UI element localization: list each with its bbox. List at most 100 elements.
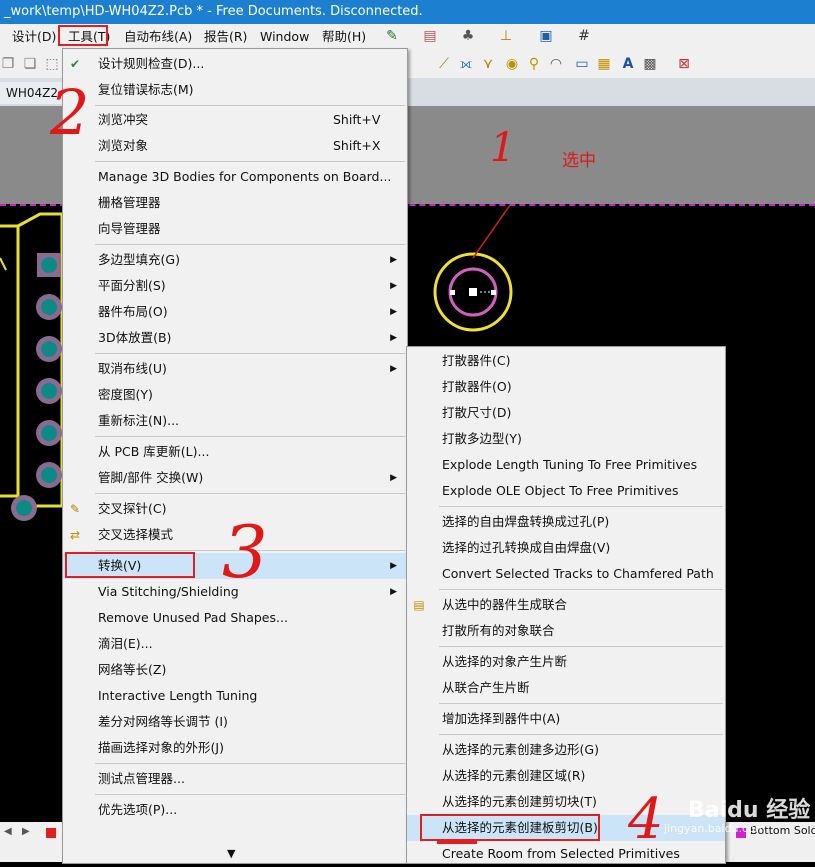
menu-reports[interactable]: 报告(R) <box>204 28 247 46</box>
union-icon: ▤ <box>413 598 425 612</box>
menu-item-reset-errors[interactable]: 复位错误标志(M) <box>63 77 407 103</box>
submenu-item-break-all-unions[interactable]: 打散所有的对象联合 <box>407 618 725 644</box>
menu-item-browse-objects[interactable]: 浏览对象 Shift+X <box>63 133 407 159</box>
submenu-arrow-icon: ▶ <box>390 473 397 483</box>
menu-window[interactable]: Window <box>260 28 309 46</box>
part-icon[interactable]: ▩ <box>642 56 658 72</box>
selected-mounting-hole <box>433 252 513 332</box>
submenu-item-create-region[interactable]: 从选择的元素创建区域(R) <box>407 763 725 789</box>
menu-item-density-map[interactable]: 密度图(Y) <box>63 382 407 408</box>
keepout-icon[interactable]: ⊠ <box>676 56 692 72</box>
submenu-item-explode-polygon[interactable]: 打散多边型(Y) <box>407 426 725 452</box>
step-4-annotation: 4 <box>628 787 664 852</box>
menu-item-unroute[interactable]: 取消布线(U) ▶ <box>63 356 407 382</box>
submenu-arrow-icon: ▶ <box>390 281 397 291</box>
submenu-item-tracks-to-chamfered[interactable]: Convert Selected Tracks to Chamfered Pat… <box>407 561 725 587</box>
grid-icon[interactable]: # <box>576 28 592 44</box>
more-items-arrow-icon[interactable]: ▼ <box>227 847 235 860</box>
room-icon[interactable]: ▣ <box>538 28 554 44</box>
submenu-arrow-icon: ▶ <box>390 364 397 374</box>
separator <box>95 161 405 162</box>
separator <box>439 646 723 647</box>
window-title: _work\temp\HD-WH04Z2.Pcb * - Free Docume… <box>0 0 815 24</box>
submenu-arrow-icon: ▶ <box>390 333 397 343</box>
step-2-annotation: 2 <box>50 76 90 149</box>
submenu-item-fragment-from-selection[interactable]: 从选择的对象产生片断 <box>407 649 725 675</box>
cross-select-icon: ⇄ <box>69 528 81 542</box>
copy-icon[interactable]: ❐ <box>0 56 16 72</box>
route-icon[interactable]: ✎ <box>384 28 400 44</box>
pad-2 <box>36 294 62 320</box>
submenu-item-create-room[interactable]: Create Room from Selected Primitives <box>407 841 725 867</box>
submenu-item-explode-dimension[interactable]: 打散尺寸(D) <box>407 400 725 426</box>
menu-item-3d-body-placement[interactable]: 3D体放置(B) ▶ <box>63 325 407 351</box>
menu-design[interactable]: 设计(D) <box>12 28 56 46</box>
rectangle-icon[interactable]: ▭ <box>574 56 590 72</box>
separator <box>95 244 405 245</box>
submenu-item-pads-to-vias[interactable]: 选择的自由焊盘转换成过孔(P) <box>407 509 725 535</box>
submenu-arrow-icon: ▶ <box>390 307 397 317</box>
separator <box>439 589 723 590</box>
fill-icon[interactable]: ▦ <box>596 56 612 72</box>
tools-menu-highlight-box <box>58 25 108 46</box>
board-cutout-highlight-box <box>420 814 600 841</box>
menu-item-update-from-pcb-lib[interactable]: 从 PCB 库更新(L)... <box>63 439 407 465</box>
separator <box>439 506 723 507</box>
menu-item-diff-pair-length-tuning[interactable]: 差分对网络等长调节 (I) <box>63 709 407 735</box>
place-track-icon[interactable]: ⟋ <box>436 56 452 72</box>
menu-item-grid-manager[interactable]: 栅格管理器 <box>63 190 407 216</box>
dimension-icon[interactable]: ⊥ <box>498 28 514 44</box>
menu-item-guide-manager[interactable]: 向导管理器 <box>63 216 407 242</box>
submenu-arrow-icon: ▶ <box>390 255 397 265</box>
pad-3 <box>36 336 62 362</box>
submenu-item-add-to-component[interactable]: 增加选择到器件中(A) <box>407 706 725 732</box>
submenu-item-fragment-from-union[interactable]: 从联合产生片断 <box>407 675 725 701</box>
drc-icon: ✔ <box>69 57 81 71</box>
menu-item-testpoint-manager[interactable]: 测试点管理器... <box>63 766 407 792</box>
top-layer-swatch[interactable] <box>46 828 56 838</box>
separator <box>439 703 723 704</box>
menu-item-interactive-length-tuning[interactable]: Interactive Length Tuning <box>63 683 407 709</box>
tools-dropdown-menu: ✔ 设计规则检查(D)... 复位错误标志(M) 浏览冲突 Shift+V 浏览… <box>62 48 408 864</box>
menu-item-teardrops[interactable]: 滴泪(E)... <box>63 631 407 657</box>
align-icon[interactable]: ▤ <box>422 28 438 44</box>
menu-item-pin-part-swap[interactable]: 管脚/部件 交换(W) ▶ <box>63 465 407 491</box>
scroll-left-icon[interactable]: ◀ <box>4 826 12 837</box>
submenu-item-explode-ole[interactable]: Explode OLE Object To Free Primitives <box>407 478 725 504</box>
menu-item-remove-unused-pad-shapes[interactable]: Remove Unused Pad Shapes... <box>63 605 407 631</box>
route-multi-icon[interactable]: ⟗ <box>458 56 474 72</box>
convert-highlight-box <box>65 552 195 578</box>
via-icon[interactable]: ⚲ <box>526 56 542 72</box>
component-icon[interactable]: ♣ <box>460 28 476 44</box>
menu-item-equalize-net-lengths[interactable]: 网络等长(Z) <box>63 657 407 683</box>
diff-pair-icon[interactable]: ⋎ <box>480 56 496 72</box>
step-1-annotation: 1 <box>490 125 516 171</box>
menu-item-polygon-pours[interactable]: 多边型填充(G) ▶ <box>63 247 407 273</box>
arc-icon[interactable]: ◠ <box>548 56 564 72</box>
menu-help[interactable]: 帮助(H) <box>322 28 366 46</box>
submenu-item-explode-length-tuning[interactable]: Explode Length Tuning To Free Primitives <box>407 452 725 478</box>
submenu-item-create-polygon[interactable]: 从选择的元素创建多边形(G) <box>407 737 725 763</box>
menu-item-outline-selected[interactable]: 描画选择对象的外形(J) <box>63 735 407 761</box>
string-icon[interactable]: A <box>620 56 636 72</box>
select-icon[interactable]: ⬚ <box>44 56 60 72</box>
menu-item-browse-violations[interactable]: 浏览冲突 Shift+V <box>63 107 407 133</box>
menu-item-drc[interactable]: ✔ 设计规则检查(D)... <box>63 51 407 77</box>
menu-autoroute[interactable]: 自动布线(A) <box>124 28 192 46</box>
menu-item-manage-3d-bodies[interactable]: Manage 3D Bodies for Components on Board… <box>63 164 407 190</box>
paste-icon[interactable]: ❏ <box>22 56 38 72</box>
submenu-item-vias-to-pads[interactable]: 选择的过孔转换成自由焊盘(V) <box>407 535 725 561</box>
submenu-item-explode-component[interactable]: 打散器件(C) <box>407 348 725 374</box>
menu-bar: 设计(D) 工具(T) 自动布线(A) 报告(R) Window 帮助(H) ✎… <box>0 24 815 50</box>
submenu-item-explode-component-2[interactable]: 打散器件(O) <box>407 374 725 400</box>
convert-submenu: 打散器件(C) 打散器件(O) 打散尺寸(D) 打散多边型(Y) Explode… <box>406 346 726 864</box>
menu-item-preferences[interactable]: 优先选项(P)... <box>63 797 407 823</box>
cross-mark <box>0 257 7 271</box>
submenu-item-create-union[interactable]: ▤ 从选中的器件生成联合 <box>407 592 725 618</box>
menu-item-component-placement[interactable]: 器件布局(O) ▶ <box>63 299 407 325</box>
submenu-item-create-cutout[interactable]: 从选择的元素创建剪切块(T) <box>407 789 725 815</box>
menu-item-re-annotate[interactable]: 重新标注(N)... <box>63 408 407 434</box>
menu-item-split-planes[interactable]: 平面分割(S) ▶ <box>63 273 407 299</box>
pad-icon[interactable]: ◉ <box>504 56 520 72</box>
scroll-right-icon[interactable]: ▶ <box>22 826 30 837</box>
